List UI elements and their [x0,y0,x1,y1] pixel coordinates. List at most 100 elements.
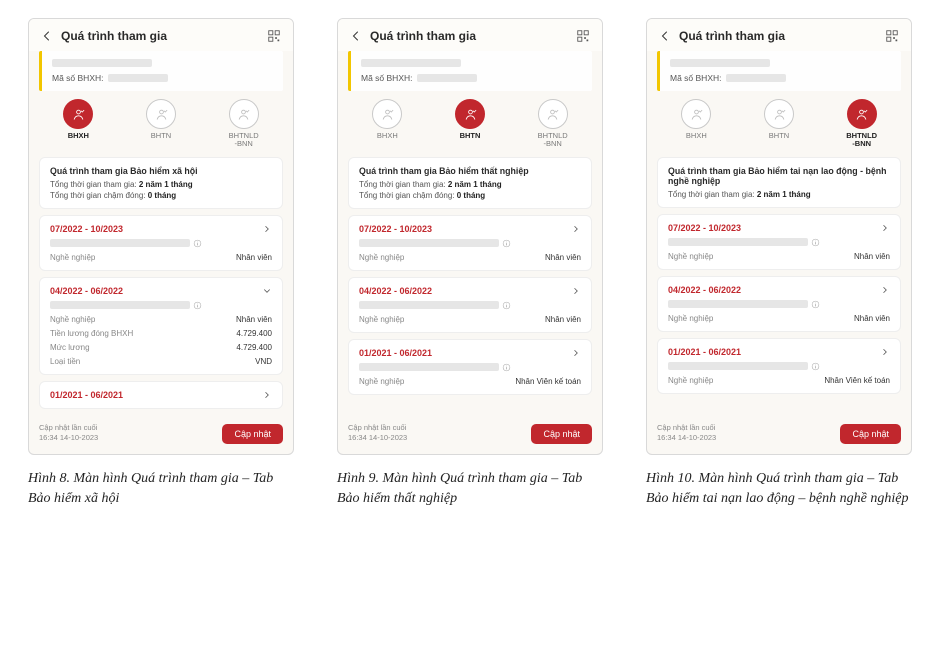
period-card[interactable]: 04/2022 - 06/2022 Nghề nghiệpNhân viên [348,277,592,333]
last-update: Cập nhật lần cuối16:34 14-10-2023 [657,423,716,444]
user-block: Mã số BHXH: [39,51,283,91]
info-icon [811,238,820,247]
period-range: 04/2022 - 06/2022 [50,286,123,296]
field-row: Nghề nghiệpNhân viên [50,315,272,324]
period-range: 01/2021 - 06/2021 [50,390,123,400]
last-update: Cập nhật lần cuối16:34 14-10-2023 [39,423,98,444]
info-icon [502,363,511,372]
tab-bhtnld[interactable]: BHTNLD-BNN [204,99,283,149]
field-row: Nghề nghiệpNhân Viên kế toán [359,377,581,386]
page-title: Quá trình tham gia [370,29,568,43]
period-range: 04/2022 - 06/2022 [359,286,432,296]
period-range: 04/2022 - 06/2022 [668,285,741,295]
summary-card: Quá trình tham gia Bảo hiểm thất nghiệpT… [348,157,592,209]
tab-bar: BHXH BHTNBHTNLD-BNN [39,99,283,149]
update-button[interactable]: Cập nhật [840,424,901,444]
period-card[interactable]: 04/2022 - 06/2022 Nghề nghiệpNhân viên [657,276,901,332]
user-block: Mã số BHXH: [348,51,592,91]
figure-caption-9: Hình 9. Màn hình Quá trình tham gia – Ta… [337,469,603,510]
company-redacted [668,362,808,370]
company-redacted [50,239,190,247]
company-redacted [359,363,499,371]
phone-screen-3: Quá trình tham giaMã số BHXH: BHXHBHTNBH… [646,18,912,455]
info-icon [502,239,511,248]
company-redacted [668,238,808,246]
tab-label: BHTN [769,132,789,140]
company-redacted [359,301,499,309]
period-range: 07/2022 - 10/2023 [50,224,123,234]
field-row: Nghề nghiệpNhân viên [359,315,581,324]
update-button[interactable]: Cập nhật [222,424,283,444]
period-range: 07/2022 - 10/2023 [359,224,432,234]
company-redacted [359,239,499,247]
period-card[interactable]: 07/2022 - 10/2023 Nghề nghiệpNhân viên [348,215,592,271]
field-row: Tiền lương đóng BHXH4.729.400 [50,329,272,338]
tab-label: BHTNLD-BNN [846,132,877,149]
qr-icon[interactable] [267,29,281,43]
tab-bhtn[interactable]: BHTN [431,99,510,149]
summary-title: Quá trình tham gia Bảo hiểm xã hội [50,166,272,176]
chevron-down-icon [262,286,272,296]
tab-label: BHXH [68,132,89,140]
last-update: Cập nhật lần cuối16:34 14-10-2023 [348,423,407,444]
back-icon[interactable] [659,30,671,42]
tab-label: BHTNLD-BNN [538,132,568,149]
field-row: Mức lương4.729.400 [50,343,272,352]
tab-bhtn[interactable]: BHTN [122,99,201,149]
figure-caption-10: Hình 10. Màn hình Quá trình tham gia – T… [646,469,912,510]
field-row: Nghề nghiệpNhân viên [359,253,581,262]
info-icon [811,362,820,371]
user-name-redacted [52,59,152,67]
tab-bhxh[interactable]: BHXH [657,99,736,149]
field-row: Loại tiềnVND [50,357,272,366]
company-redacted [668,300,808,308]
qr-icon[interactable] [885,29,899,43]
user-code-redacted [108,74,168,82]
period-card[interactable]: 01/2021 - 06/2021 Nghề nghiệpNhân Viên kế… [348,339,592,395]
qr-icon[interactable] [576,29,590,43]
phone-screen-2: Quá trình tham giaMã số BHXH: BHXHBHTNBH… [337,18,603,455]
info-icon [502,301,511,310]
chevron-right-icon [571,224,581,234]
tab-bhtn[interactable]: BHTN [740,99,819,149]
screen-header: Quá trình tham gia [647,19,911,51]
tab-bhtnld[interactable]: BHTNLD-BNN [822,99,901,149]
tab-bar: BHXH BHTN BHTNLD-BNN [657,99,901,149]
chevron-right-icon [880,347,890,357]
period-card[interactable]: 04/2022 - 06/2022 Nghề nghiệpNhân viên Tiề… [39,277,283,375]
tab-bhtnld[interactable]: BHTNLD-BNN [513,99,592,149]
back-icon[interactable] [41,30,53,42]
chevron-right-icon [571,286,581,296]
field-row: Nghề nghiệpNhân viên [668,314,890,323]
field-row: Nghề nghiệpNhân Viên kế toán [668,376,890,385]
back-icon[interactable] [350,30,362,42]
chevron-right-icon [262,390,272,400]
tab-label: BHTN [460,132,481,140]
screen-header: Quá trình tham gia [338,19,602,51]
user-name-redacted [670,59,770,67]
info-icon [193,239,202,248]
summary-card: Quá trình tham gia Bảo hiểm tai nạn lao … [657,157,901,208]
period-card[interactable]: 07/2022 - 10/2023Nghề nghiệpNhân viên [39,215,283,271]
tab-bar: BHXH BHTN BHTNLD-BNN [348,99,592,149]
user-code-redacted [726,74,786,82]
tab-bhxh[interactable]: BHXH [348,99,427,149]
chevron-right-icon [880,223,890,233]
period-card[interactable]: 01/2021 - 06/2021 Nghề nghiệpNhân Viên kế… [657,338,901,394]
user-name-redacted [361,59,461,67]
update-button[interactable]: Cập nhật [531,424,592,444]
info-icon [193,301,202,310]
phone-screen-1: Quá trình tham giaMã số BHXH: BHXH BHTNBH… [28,18,294,455]
tab-bhxh[interactable]: BHXH [39,99,118,149]
tab-label: BHXH [686,132,707,140]
period-range: 01/2021 - 06/2021 [668,347,741,357]
user-block: Mã số BHXH: [657,51,901,91]
period-card[interactable]: 01/2021 - 06/2021 [39,381,283,409]
figure-caption-8: Hình 8. Màn hình Quá trình tham gia – Ta… [28,469,294,510]
period-range: 01/2021 - 06/2021 [359,348,432,358]
company-redacted [50,301,190,309]
screen-header: Quá trình tham gia [29,19,293,51]
summary-title: Quá trình tham gia Bảo hiểm thất nghiệp [359,166,581,176]
period-card[interactable]: 07/2022 - 10/2023Nghề nghiệpNhân viên [657,214,901,270]
chevron-right-icon [571,348,581,358]
